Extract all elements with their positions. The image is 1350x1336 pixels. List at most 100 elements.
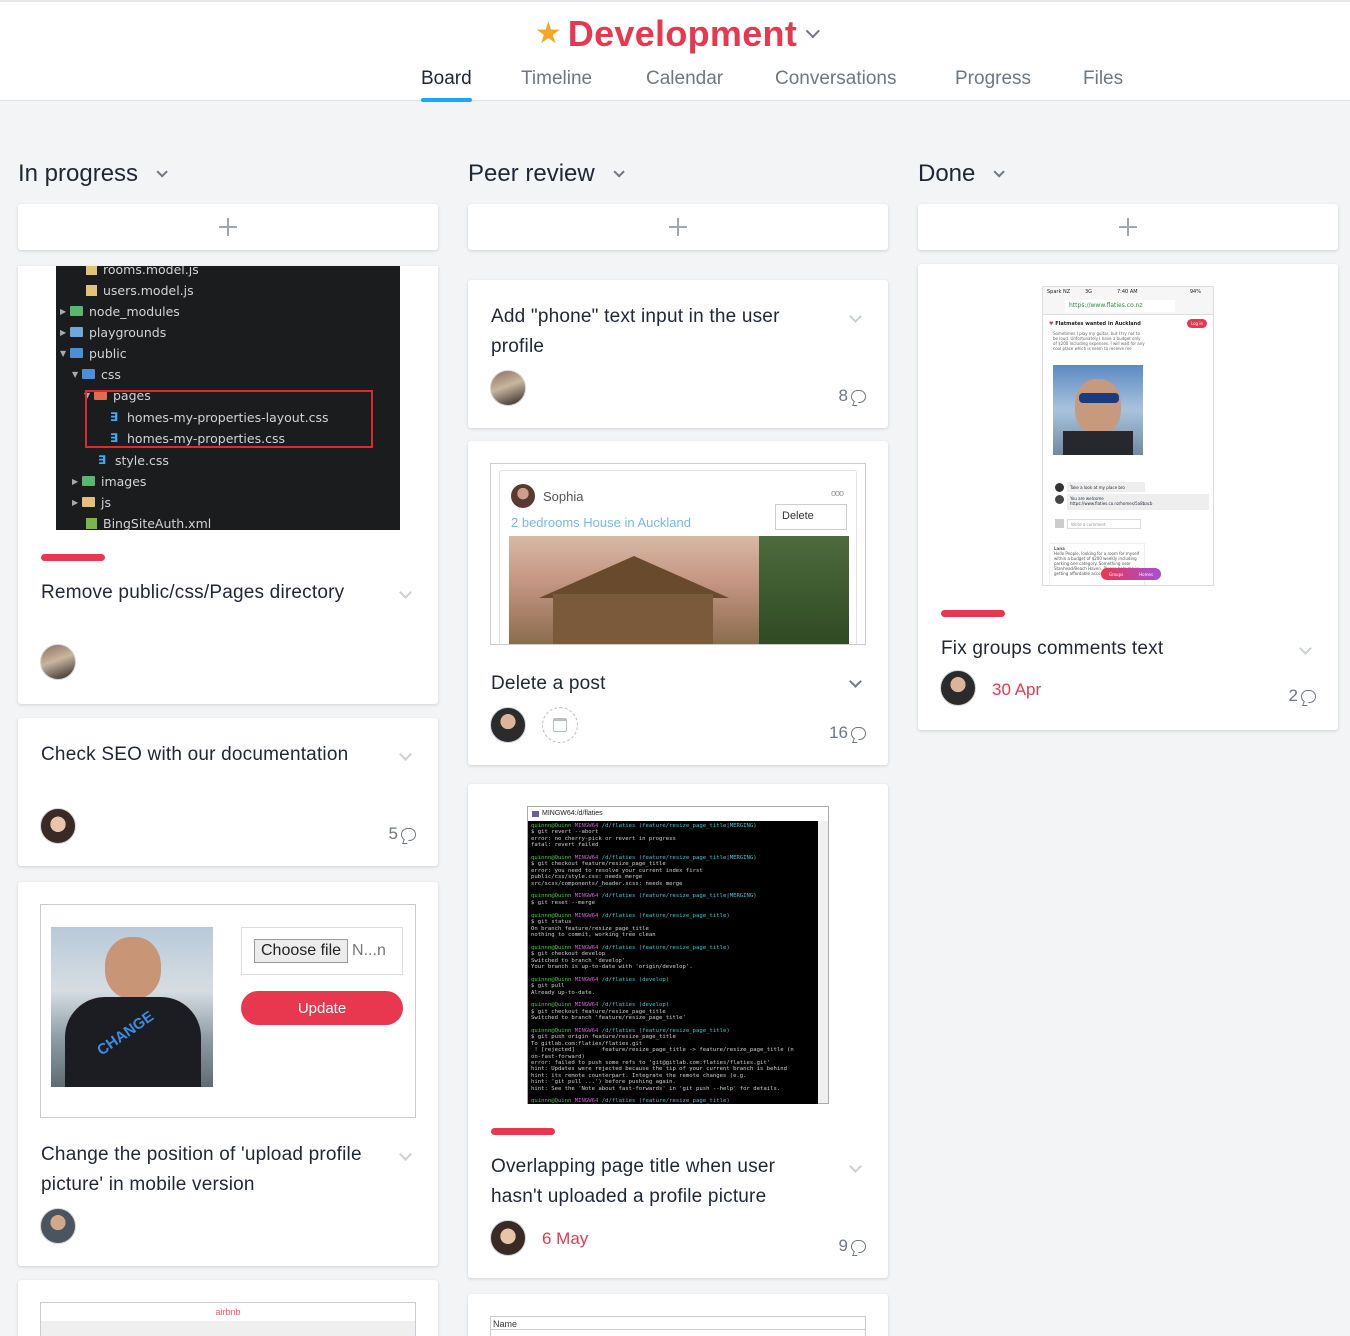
add-task-button[interactable] [18, 204, 438, 250]
project-header: ★ Development Board Timeline Calendar Co… [0, 0, 1350, 102]
chevron-down-icon[interactable] [399, 748, 412, 761]
due-date[interactable]: 30 Apr [992, 680, 1041, 700]
task-card[interactable]: Sophia ooo 2 bedrooms House in Auckland … [468, 441, 888, 765]
chevron-down-icon[interactable] [805, 24, 821, 39]
comment-2-link: https://www.flaties.co.nz/homes/5a8bacb [1070, 501, 1153, 506]
due-date[interactable]: 6 May [542, 1229, 588, 1249]
chevron-down-icon[interactable] [993, 166, 1006, 178]
task-card[interactable]: CHANGE Choose file N...n Update Change t… [18, 882, 438, 1266]
highlight-box [85, 390, 373, 448]
terminal-title: MINGW64:/d/flaties [542, 810, 603, 817]
post-title: ♥ Flatmates wanted in Auckland [1049, 321, 1141, 327]
post-screenshot: Sophia ooo 2 bedrooms House in Auckland … [490, 463, 866, 645]
comment-count-value: 5 [388, 824, 398, 843]
comment-bubble-icon [1301, 689, 1316, 703]
task-card[interactable]: MINGW64:/d/flaties quinnn@Quinn MINGW64 … [468, 784, 888, 1278]
more-icon: ooo [830, 488, 844, 498]
choose-file-button[interactable]: Choose file [254, 939, 349, 963]
tree-item: playgrounds [89, 324, 167, 340]
chevron-down-icon[interactable] [849, 675, 862, 688]
terminal-line: quinnn@Quinn MINGW64 /d/flaties (feature… [531, 1098, 730, 1104]
comment-count[interactable]: 2 [1289, 686, 1316, 706]
plus-icon [669, 218, 687, 236]
terminal-line: hint: Updates were rejected because the … [531, 1066, 787, 1073]
chevron-down-icon[interactable] [849, 310, 862, 323]
clock: 7:40 AM [1117, 289, 1138, 295]
tab-files[interactable]: Files [1083, 66, 1123, 102]
task-card[interactable]: Spark NZ 3G 7:40 AM 94% https://www.flat… [918, 264, 1338, 730]
file-tree-screenshot: rooms.model.js users.model.js ▶ node_modu… [56, 266, 400, 530]
post-link: 2 bedrooms House in Auckland [511, 515, 691, 530]
comment-count[interactable]: 5 [389, 824, 416, 844]
chevron-down-icon[interactable] [399, 1148, 412, 1161]
card-title: Fix groups comments text [941, 638, 1164, 659]
card-title: Remove public/css/Pages directory [41, 582, 345, 603]
project-tabs: Board Timeline Calendar Conversations Pr… [0, 66, 1350, 102]
tag-bar [41, 554, 105, 561]
star-icon[interactable]: ★ [535, 19, 562, 49]
post-photo [509, 536, 849, 644]
tab-timeline[interactable]: Timeline [521, 66, 592, 102]
comment-count-value: 2 [1288, 686, 1298, 705]
tab-conversations[interactable]: Conversations [775, 66, 896, 102]
profile-upload-screenshot: CHANGE Choose file N...n Update [40, 904, 416, 1118]
comment-count[interactable]: 16 [829, 723, 866, 743]
card-title: Add "phone" text input in the user profi… [491, 306, 780, 357]
add-task-button[interactable] [468, 204, 888, 250]
tree-item: js [101, 494, 111, 510]
avatar[interactable] [940, 670, 976, 706]
add-task-button[interactable] [918, 204, 1338, 250]
chevron-down-icon[interactable] [849, 1160, 862, 1173]
task-card[interactable]: Name [468, 1294, 888, 1336]
project-title: Development [567, 13, 798, 54]
task-card[interactable]: Add "phone" text input in the user profi… [468, 280, 888, 428]
card-title: Overlapping page title when user hasn't … [491, 1156, 776, 1207]
column-header-peer-review: Peer review [468, 158, 625, 190]
tab-board[interactable]: Board [421, 66, 472, 102]
airbnb-logo: airbnb [215, 1307, 241, 1317]
pill-groups: Groups [1108, 571, 1124, 577]
status-bar: Spark NZ 3G 7:40 AM 94% [1043, 287, 1213, 297]
chevron-down-icon[interactable] [613, 166, 625, 178]
avatar[interactable] [490, 1220, 526, 1256]
post-photo [1053, 365, 1143, 455]
tab-calendar[interactable]: Calendar [646, 66, 723, 102]
comment-count[interactable]: 9 [839, 1236, 866, 1256]
task-card[interactable]: airbnb [18, 1280, 438, 1336]
project-title-row: ★ Development [0, 12, 1350, 56]
avatar[interactable] [490, 370, 526, 406]
comment-bubble-icon [401, 827, 416, 841]
carrier: Spark NZ [1047, 289, 1071, 295]
avatar[interactable] [40, 1208, 76, 1244]
calendar-icon[interactable] [542, 707, 578, 743]
avatar[interactable] [40, 808, 76, 844]
form-screenshot: Name [490, 1316, 866, 1336]
tag-bar [491, 1128, 555, 1135]
task-card[interactable]: rooms.model.js users.model.js ▶ node_modu… [18, 266, 438, 704]
pill-homes: Homes [1139, 571, 1154, 577]
tree-item: users.model.js [103, 282, 194, 298]
chevron-down-icon[interactable] [399, 586, 412, 599]
terminal-screenshot: MINGW64:/d/flaties quinnn@Quinn MINGW64 … [527, 806, 829, 1104]
tree-item: rooms.model.js [103, 266, 199, 277]
network: 3G [1085, 289, 1093, 295]
card-title: Change the position of 'upload profile p… [41, 1144, 362, 1195]
comment-1: Take a look at my place bro [1067, 482, 1145, 492]
chevron-down-icon[interactable] [1299, 642, 1312, 655]
avatar[interactable] [490, 707, 526, 743]
file-input[interactable]: Choose file N...n [241, 927, 403, 975]
terminal-output: quinnn@Quinn MINGW64 /d/flaties (feature… [528, 821, 818, 1104]
column-title: Peer review [468, 160, 595, 187]
tab-progress[interactable]: Progress [955, 66, 1031, 102]
comment-count-value: 9 [838, 1236, 848, 1255]
terminal-line: hint: See the 'Note about fast-forwards'… [531, 1085, 781, 1092]
task-card[interactable]: Check SEO with our documentation 5 [18, 718, 438, 866]
comment-bubble-icon [851, 726, 866, 740]
comment-input: Write a comment [1067, 519, 1141, 529]
comment-count[interactable]: 8 [839, 386, 866, 406]
chevron-down-icon[interactable] [156, 166, 168, 178]
avatar[interactable] [40, 644, 76, 680]
comment-count-value: 16 [829, 723, 848, 742]
post-body: Sometimes I play my guitar, but I try no… [1053, 331, 1145, 351]
update-button[interactable]: Update [241, 991, 403, 1025]
